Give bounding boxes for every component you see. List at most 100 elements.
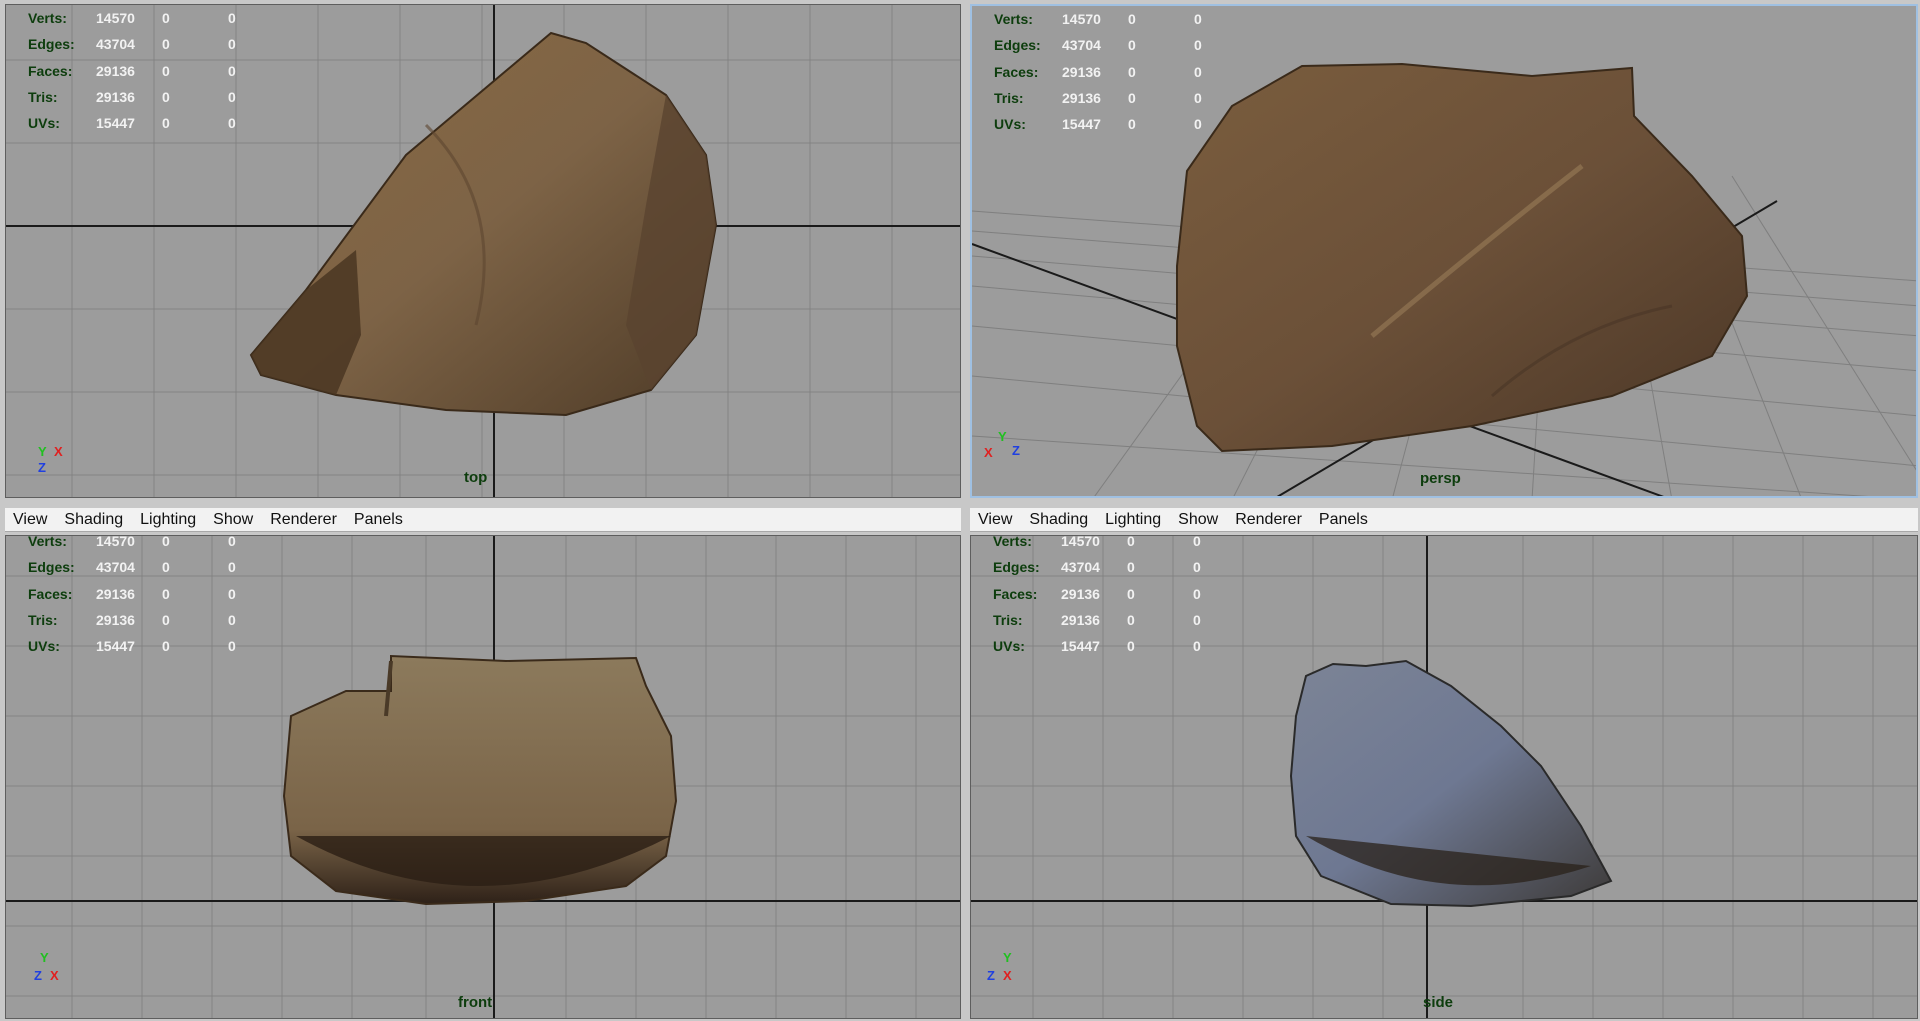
hud-label: Tris: xyxy=(28,611,58,628)
hud-label: Tris: xyxy=(994,89,1024,106)
hud-value: 29136 xyxy=(1062,63,1101,80)
hud-zero: 0 xyxy=(162,10,170,26)
axis-z-label: Z xyxy=(34,968,42,983)
rock-model[interactable] xyxy=(249,31,718,417)
menu-shading[interactable]: Shading xyxy=(62,511,125,529)
menu-renderer[interactable]: Renderer xyxy=(1233,511,1304,529)
menu-show[interactable]: Show xyxy=(1176,511,1220,529)
hud-zero: 0 xyxy=(1128,63,1136,80)
hud-label: Faces: xyxy=(994,63,1039,80)
hud-zero: 0 xyxy=(228,10,236,26)
hud-zero: 0 xyxy=(1127,611,1135,628)
hud-value: 15447 xyxy=(96,115,135,132)
viewport-top[interactable]: Verts: 14570 0 0 Edges: 43704 0 0 Faces: 29136 0… xyxy=(5,4,961,498)
hud-zero: 0 xyxy=(1127,638,1135,655)
hud-zero: 0 xyxy=(1193,585,1201,602)
hud-label: Faces: xyxy=(28,585,73,602)
axis-x-label: X xyxy=(50,968,59,983)
panel-persp: Verts: 14570 0 0 Edges: 43704 0 0 Faces: 29136 0… xyxy=(965,0,1920,500)
menu-lighting[interactable]: Lighting xyxy=(1103,511,1163,529)
menu-lighting[interactable]: Lighting xyxy=(138,511,198,529)
hud-zero: 0 xyxy=(1194,63,1202,80)
axis-x-label: X xyxy=(54,444,63,459)
axis-z-label: Z xyxy=(987,968,995,983)
menu-panels[interactable]: Panels xyxy=(352,511,405,529)
hud-zero: 0 xyxy=(1193,638,1201,655)
hud-zero: 0 xyxy=(1194,37,1202,54)
hud-zero: 0 xyxy=(162,36,170,53)
camera-name: front xyxy=(458,994,493,1011)
viewport-front[interactable]: Verts: 14570 0 0 Edges: 43704 0 0 Faces: 29136 0… xyxy=(5,535,961,1019)
hud-label: UVs: xyxy=(994,116,1026,133)
viewport-persp[interactable]: Verts: 14570 0 0 Edges: 43704 0 0 Faces: 29136 0… xyxy=(970,4,1918,498)
hud-value: 43704 xyxy=(1062,37,1101,54)
hud-value: 29136 xyxy=(96,88,135,105)
axis-y-label: Y xyxy=(998,429,1007,444)
hud-value: 14570 xyxy=(1061,535,1100,549)
menu-view[interactable]: View xyxy=(11,511,49,529)
hud-label: UVs: xyxy=(28,638,60,655)
hud-label: Tris: xyxy=(993,611,1023,628)
hud-zero: 0 xyxy=(1127,585,1135,602)
hud-zero: 0 xyxy=(228,585,236,602)
hud-label: UVs: xyxy=(993,638,1025,655)
hud-label: Edges: xyxy=(993,559,1040,576)
hud-zero: 0 xyxy=(228,115,236,132)
hud-value: 14570 xyxy=(96,535,135,549)
hud-zero: 0 xyxy=(1193,559,1201,576)
hud-zero: 0 xyxy=(162,62,170,79)
hud-value: 14570 xyxy=(96,10,135,26)
axis-gizmo-icon: X Y Z xyxy=(984,430,1044,490)
hud-zero: 0 xyxy=(1193,535,1201,549)
hud-label: Verts: xyxy=(994,11,1033,27)
hud-value: 15447 xyxy=(1061,638,1100,655)
axis-y-label: Y xyxy=(38,444,47,459)
hud-zero: 0 xyxy=(228,559,236,576)
menu-show[interactable]: Show xyxy=(211,511,255,529)
viewport-side[interactable]: Verts: 14570 0 0 Edges: 43704 0 0 Faces: 29136 0… xyxy=(970,535,1918,1019)
hud-zero: 0 xyxy=(228,62,236,79)
hud-label: UVs: xyxy=(28,115,60,132)
hud-value: 29136 xyxy=(1061,611,1100,628)
hud-zero: 0 xyxy=(228,535,236,549)
axis-gizmo-icon: Y X Z xyxy=(34,444,94,497)
hud-zero: 0 xyxy=(1194,11,1202,27)
hud-zero: 0 xyxy=(162,535,170,549)
axis-gizmo-icon: Y Z X xyxy=(983,951,1043,1011)
panel-menubar: View Shading Lighting Show Renderer Pane… xyxy=(5,508,961,532)
hud-zero: 0 xyxy=(228,88,236,105)
hud-zero: 0 xyxy=(162,88,170,105)
hud-value: 14570 xyxy=(1062,11,1101,27)
menu-panels[interactable]: Panels xyxy=(1317,511,1370,529)
hud-zero: 0 xyxy=(1194,89,1202,106)
hud-value: 15447 xyxy=(1062,116,1101,133)
menu-view[interactable]: View xyxy=(976,511,1014,529)
axis-y-label: Y xyxy=(1003,950,1012,965)
axis-y-label: Y xyxy=(40,950,49,965)
panel-side: View Shading Lighting Show Renderer Pane… xyxy=(965,508,1920,1021)
panel-top: Verts: 14570 0 0 Edges: 43704 0 0 Faces: 29136 0… xyxy=(0,0,965,500)
rock-model[interactable] xyxy=(1289,659,1613,908)
axis-x-label: X xyxy=(984,445,993,460)
hud-zero: 0 xyxy=(1127,559,1135,576)
axis-gizmo-icon: Y Z X xyxy=(34,951,94,1011)
hud-label: Faces: xyxy=(28,62,73,79)
menu-renderer[interactable]: Renderer xyxy=(268,511,339,529)
hud-zero: 0 xyxy=(162,585,170,602)
hud-zero: 0 xyxy=(228,638,236,655)
hud-value: 43704 xyxy=(96,36,135,53)
hud-label: Verts: xyxy=(993,535,1032,549)
panel-front: View Shading Lighting Show Renderer Pane… xyxy=(0,508,965,1021)
hud-label: Verts: xyxy=(28,10,67,26)
panel-menubar: View Shading Lighting Show Renderer Pane… xyxy=(970,508,1918,532)
hud-value: 15447 xyxy=(96,638,135,655)
axis-x-label: X xyxy=(1003,968,1012,983)
hud-value: 29136 xyxy=(1062,89,1101,106)
front-view-scene xyxy=(6,536,960,1018)
hud-zero: 0 xyxy=(162,611,170,628)
menu-shading[interactable]: Shading xyxy=(1027,511,1090,529)
rock-model[interactable] xyxy=(282,654,678,906)
hud-zero: 0 xyxy=(228,36,236,53)
rock-model[interactable] xyxy=(1176,62,1749,453)
hud-value: 43704 xyxy=(1061,559,1100,576)
